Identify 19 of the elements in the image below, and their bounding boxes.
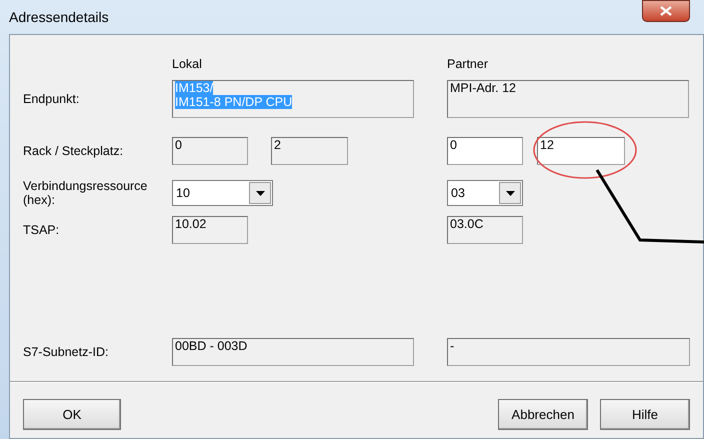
dialog-button[interactable]: Hilfe	[600, 398, 690, 430]
dialog-button[interactable]: Abbrechen	[498, 398, 588, 430]
field-label: Rack / Steckplatz:	[22, 144, 124, 158]
dropdown[interactable]: 10	[172, 180, 273, 206]
column-header: Partner	[447, 56, 488, 73]
field-label: Endpunkt:	[22, 92, 80, 106]
field-label: S7-Subnetz-ID:	[22, 344, 110, 359]
caret-icon	[256, 190, 264, 196]
field-label: Verbindungsressource (hex):	[22, 179, 148, 208]
close-icon	[660, 6, 672, 16]
dropdown[interactable]: 03	[447, 180, 523, 206]
window-title: Adressendetails	[9, 8, 109, 26]
column-header: Lokal	[172, 56, 202, 73]
caret-icon	[506, 190, 514, 196]
field-label: TSAP:	[22, 222, 60, 237]
text-field[interactable]: 0	[447, 137, 523, 165]
close-button[interactable]	[642, 0, 690, 22]
dialog-button[interactable]: OK	[23, 398, 121, 430]
text-field[interactable]: 12	[537, 137, 625, 165]
